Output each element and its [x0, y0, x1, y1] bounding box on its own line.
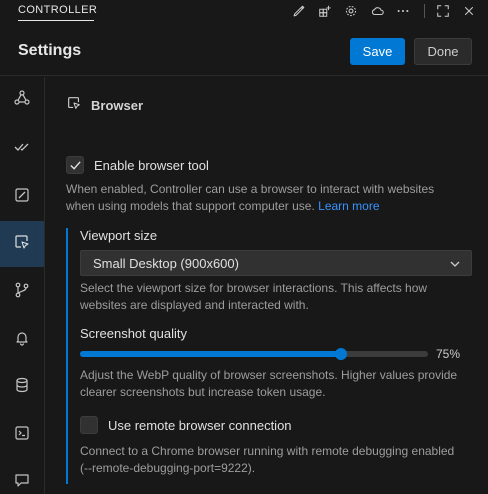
terminal-icon	[13, 424, 31, 447]
enable-browser-row[interactable]: Enable browser tool	[66, 156, 209, 174]
screenshot-quality-label: Screenshot quality	[80, 326, 187, 341]
description-line: websites are displayed and interacted wi…	[80, 298, 309, 312]
sidebar-item-editor[interactable]	[0, 174, 44, 220]
screenshot-quality-description: Adjust the WebP quality of browser scree…	[80, 367, 480, 401]
remote-browser-checkbox[interactable]	[80, 416, 98, 434]
fullscreen-icon[interactable]	[434, 2, 452, 20]
cloud-icon[interactable]	[368, 2, 386, 20]
viewport-size-description: Select the viewport size for browser int…	[80, 280, 480, 314]
slider-thumb[interactable]	[335, 348, 347, 360]
page-title: Settings	[18, 42, 82, 59]
pencil-icon[interactable]	[290, 2, 308, 20]
description-line: When enabled, Controller can use a brows…	[66, 182, 435, 196]
more-icon[interactable]	[394, 2, 412, 20]
description-line: clearer screenshots but increase token u…	[80, 385, 326, 399]
webhook-icon	[13, 89, 31, 112]
top-bar: CONTROLLER	[0, 0, 488, 24]
remote-browser-description: Connect to a Chrome browser running with…	[80, 443, 480, 477]
remote-browser-row[interactable]: Use remote browser connection	[80, 416, 292, 434]
sidebar-item-api[interactable]	[0, 77, 44, 123]
viewport-size-label: Viewport size	[80, 228, 158, 243]
enable-browser-checkbox[interactable]	[66, 156, 84, 174]
sidebar-item-context[interactable]	[0, 364, 44, 410]
sidebar-item-prompts[interactable]	[0, 459, 44, 494]
sidebar-item-browser[interactable]	[0, 221, 44, 267]
description-line: Adjust the WebP quality of browser scree…	[80, 368, 458, 382]
screenshot-quality-slider[interactable]	[80, 348, 428, 360]
sidebar-item-auto-approve[interactable]	[0, 126, 44, 172]
chat-icon	[13, 471, 31, 494]
add-extension-icon[interactable]	[316, 2, 334, 20]
done-button[interactable]: Done	[414, 38, 472, 65]
close-icon[interactable]	[460, 2, 478, 20]
active-tab-indicator	[18, 20, 94, 21]
double-check-icon	[13, 138, 31, 161]
browser-cursor-icon	[66, 95, 82, 116]
section-title: Browser	[91, 98, 144, 113]
toolbar-separator	[424, 4, 425, 18]
enable-browser-description: When enabled, Controller can use a brows…	[66, 181, 486, 215]
screenshot-quality-value: 75%	[436, 347, 461, 361]
learn-more-link[interactable]: Learn more	[318, 199, 379, 213]
settings-header: Settings Save Done	[0, 24, 488, 76]
viewport-size-select[interactable]: Small Desktop (900x600)	[80, 250, 472, 276]
enable-browser-label: Enable browser tool	[94, 157, 209, 173]
remote-browser-label: Use remote browser connection	[108, 417, 292, 433]
description-line: Select the viewport size for browser int…	[80, 281, 428, 295]
browser-settings-panel: Browser Enable browser tool When enabled…	[46, 77, 488, 494]
git-branch-icon	[13, 281, 31, 304]
database-icon	[13, 376, 31, 399]
options-group-indicator	[66, 228, 68, 484]
section-header: Browser	[66, 95, 143, 116]
bell-icon	[13, 329, 31, 352]
settings-sidebar	[0, 77, 45, 494]
viewport-size-value: Small Desktop (900x600)	[93, 256, 239, 271]
slider-fill	[80, 351, 341, 357]
description-line: (--remote-debugging-port=9222).	[80, 461, 256, 475]
description-line: when using models that support computer …	[66, 199, 315, 213]
chevron-down-icon	[449, 257, 461, 275]
tab-controller[interactable]: CONTROLLER	[18, 4, 97, 16]
gear-icon[interactable]	[342, 2, 360, 20]
description-line: Connect to a Chrome browser running with…	[80, 444, 455, 458]
sidebar-item-notifications[interactable]	[0, 317, 44, 363]
save-button[interactable]: Save	[350, 38, 405, 65]
sidebar-item-terminal[interactable]	[0, 412, 44, 458]
browser-cursor-icon	[13, 233, 31, 256]
edit-box-icon	[13, 186, 31, 209]
sidebar-item-checkpoints[interactable]	[0, 269, 44, 315]
